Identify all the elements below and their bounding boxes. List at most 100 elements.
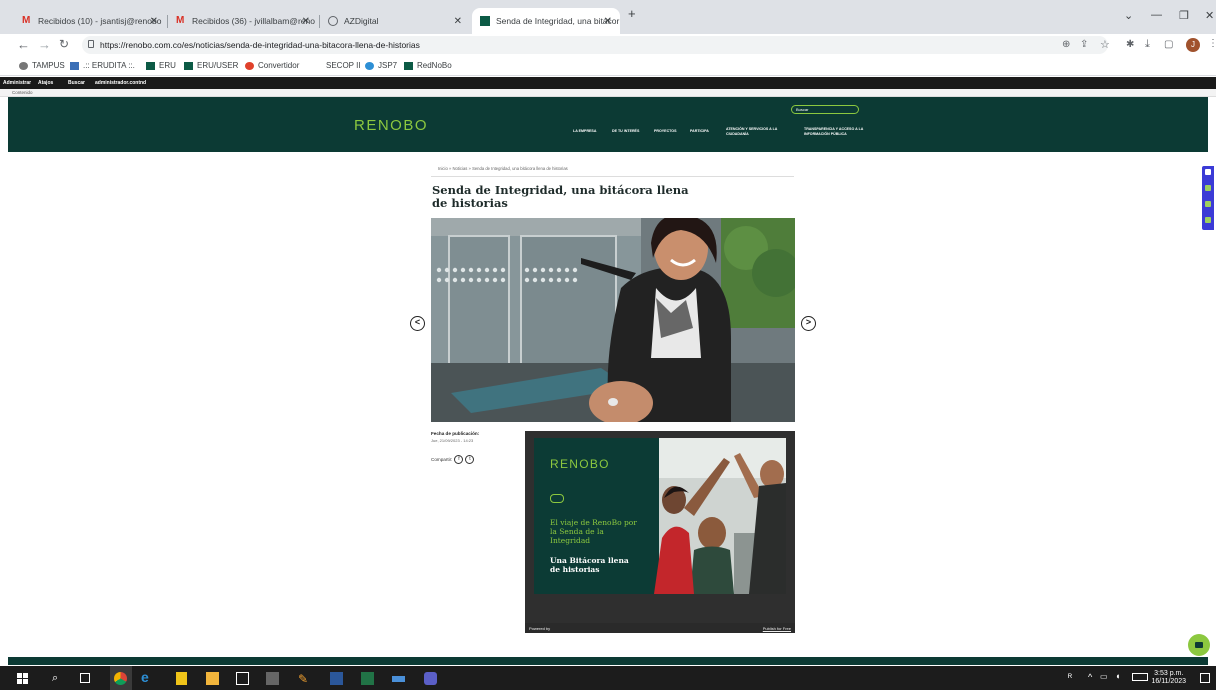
contrast-icon[interactable] [1205,169,1211,175]
facebook-icon[interactable]: f [454,455,464,464]
bookmark-jsp7[interactable]: JSP7 [365,61,397,70]
word-icon[interactable] [330,672,343,685]
people-icon[interactable]: ᴿ [1068,672,1072,682]
accessibility-widget[interactable] [1202,166,1214,230]
chrome-icon[interactable] [114,672,127,685]
globe-icon [328,16,338,26]
hero-photo-illustration [431,218,795,422]
minimize-button[interactable]: — [1151,9,1162,21]
admin-search-item[interactable]: Buscar [68,80,85,86]
calculator-icon[interactable] [266,672,279,685]
close-tab-icon[interactable]: ✕ [454,16,462,27]
close-tab-icon[interactable]: ✕ [150,16,158,27]
side-panel-icon[interactable]: ▢ [1164,39,1173,50]
notifications-icon[interactable] [1200,673,1210,683]
tab-gmail-1[interactable]: M Recibidos (10) - jsantisj@renobo ✕ [14,8,166,34]
url-field[interactable]: https://renobo.com.co/es/noticias/senda-… [82,36,1108,54]
close-tab-icon[interactable]: ✕ [604,16,612,27]
tab-gmail-2[interactable]: M Recibidos (36) - jvillalbam@reno ✕ [168,8,318,34]
publication-meta: Fecha de publicación: Jue, 21/09/2023 - … [431,431,479,443]
tools-icon[interactable]: ✎ [298,672,311,686]
bookmark-convertidor[interactable]: Convertidor [245,61,299,70]
extensions-icon[interactable]: ✱ [1126,39,1134,50]
flipbook-footer: Powered by Publish for Free [525,623,795,633]
nav-la-empresa[interactable]: LA EMPRESA [573,129,596,134]
breadcrumb-current: Senda de Integridad, una bitácora llena … [472,166,568,171]
task-view-icon[interactable] [80,673,90,683]
reset-icon[interactable] [1205,217,1211,223]
tab-azdigital[interactable]: AZDigital ✕ [320,8,470,34]
breadcrumb-separator: » [468,166,471,171]
map-outline-icon [550,494,564,503]
bookmark-erudita[interactable]: .:: ERUDITA ::. [70,61,135,70]
reload-icon[interactable]: ↻ [59,37,69,51]
clock-time: 3:53 p.m. [1154,670,1184,677]
network-icon[interactable]: ▭ [1100,672,1108,681]
taskbar-clock[interactable]: 3:53 p.m. 16/11/2023 [1151,670,1186,686]
carousel-prev-button[interactable]: < [410,316,425,331]
site-search-input[interactable]: Buscar [791,105,859,114]
zoom-icon[interactable]: ⊕ [1062,39,1070,50]
bookmark-eru-user[interactable]: ERU/USER [184,61,238,70]
url-text: https://renobo.com.co/es/noticias/senda-… [100,40,420,50]
nav-participa[interactable]: PARTICIPA [690,129,709,134]
profile-avatar[interactable]: J [1186,38,1200,52]
text-decrease-icon[interactable] [1205,201,1211,207]
breadcrumb-news[interactable]: Noticias [452,166,467,171]
bookmark-star-icon[interactable]: ☆ [1100,38,1110,51]
search-icon[interactable]: ⌕ [52,672,65,685]
publish-free-link[interactable]: Publish for Free [763,626,791,631]
bookmark-label: SECOP II [326,61,361,70]
bookmark-eru[interactable]: ERU [146,61,176,70]
flipbook-text-1: El viaje de RenoBo por la Senda de la In… [550,518,637,545]
volume-icon[interactable]: ◖ [1115,671,1120,681]
share-icon[interactable]: ⇪ [1080,39,1088,50]
close-window-button[interactable]: ✕ [1205,9,1214,22]
nav-proyectos[interactable]: PROYECTOS [654,129,677,134]
bookmark-label: TAMPUS [32,61,65,70]
whiteboard-icon[interactable] [392,676,405,682]
admin-menu-item[interactable]: Administrar [3,80,31,86]
tab-senda-integridad[interactable]: Senda de Integridad, una bitácor ✕ [472,8,620,34]
carousel-next-button[interactable]: > [801,316,816,331]
close-tab-icon[interactable]: ✕ [302,16,310,27]
admin-shortcuts-item[interactable]: Atajos [38,80,53,86]
twitter-icon[interactable]: t [465,455,475,464]
back-arrow-icon[interactable]: ← [17,37,30,52]
download-icon[interactable]: ⤓ [1145,38,1150,51]
teams-icon[interactable] [424,672,437,685]
text-increase-icon[interactable] [1205,185,1211,191]
bookmark-secop[interactable]: SECOP II [326,61,361,70]
nav-de-tu-interes[interactable]: DE TU INTERÉS [612,129,639,134]
chat-button[interactable] [1188,634,1210,656]
mail-icon[interactable] [236,672,249,685]
keyboard-icon[interactable] [1132,673,1148,681]
excel-icon[interactable] [361,672,374,685]
restore-button[interactable]: ❐ [1179,9,1189,22]
store-icon[interactable] [176,672,187,685]
bookmark-rednobo[interactable]: RedNoBo [404,61,452,70]
bookmarks-bar: TAMPUS .:: ERUDITA ::. ERU ERU/USER Conv… [0,56,1216,76]
file-explorer-icon[interactable] [206,672,219,685]
new-tab-button[interactable]: + [628,6,636,21]
menu-kebab-icon[interactable]: ⋮ [1208,38,1216,49]
flipbook-embed[interactable]: RENOBO El viaje de RenoBo por la Senda d… [525,431,795,633]
bookmark-label: .:: ERUDITA ::. [83,61,135,70]
bookmark-icon [146,61,155,70]
breadcrumb-separator: » [448,166,452,171]
breadcrumb-home[interactable]: Inicio [438,166,448,171]
bookmark-tampus[interactable]: TAMPUS [19,61,65,70]
tray-chevron-icon[interactable]: ^ [1088,672,1092,682]
site-logo[interactable]: RENOBO [354,117,428,134]
windows-start-icon[interactable] [16,672,29,685]
nav-transparencia[interactable]: TRANSPARENCIA Y ACCESO A LA INFORMACIÓN … [804,127,866,136]
admin-content-link[interactable]: Contenido [12,90,33,95]
flipbook-slide: RENOBO El viaje de RenoBo por la Senda d… [534,438,786,594]
edge-icon[interactable]: e [141,669,154,685]
admin-user-item[interactable]: administrador.contnd [95,80,146,86]
nav-atencion[interactable]: ATENCIÓN Y SERVICIOS A LA CIUDADANÍA [726,127,788,136]
bookmark-label: JSP7 [378,61,398,70]
tab-label: Recibidos (36) - jvillalbam@reno [192,16,315,26]
tab-search-icon[interactable]: ⌄ [1124,9,1133,22]
forward-arrow-icon[interactable]: → [38,37,51,52]
